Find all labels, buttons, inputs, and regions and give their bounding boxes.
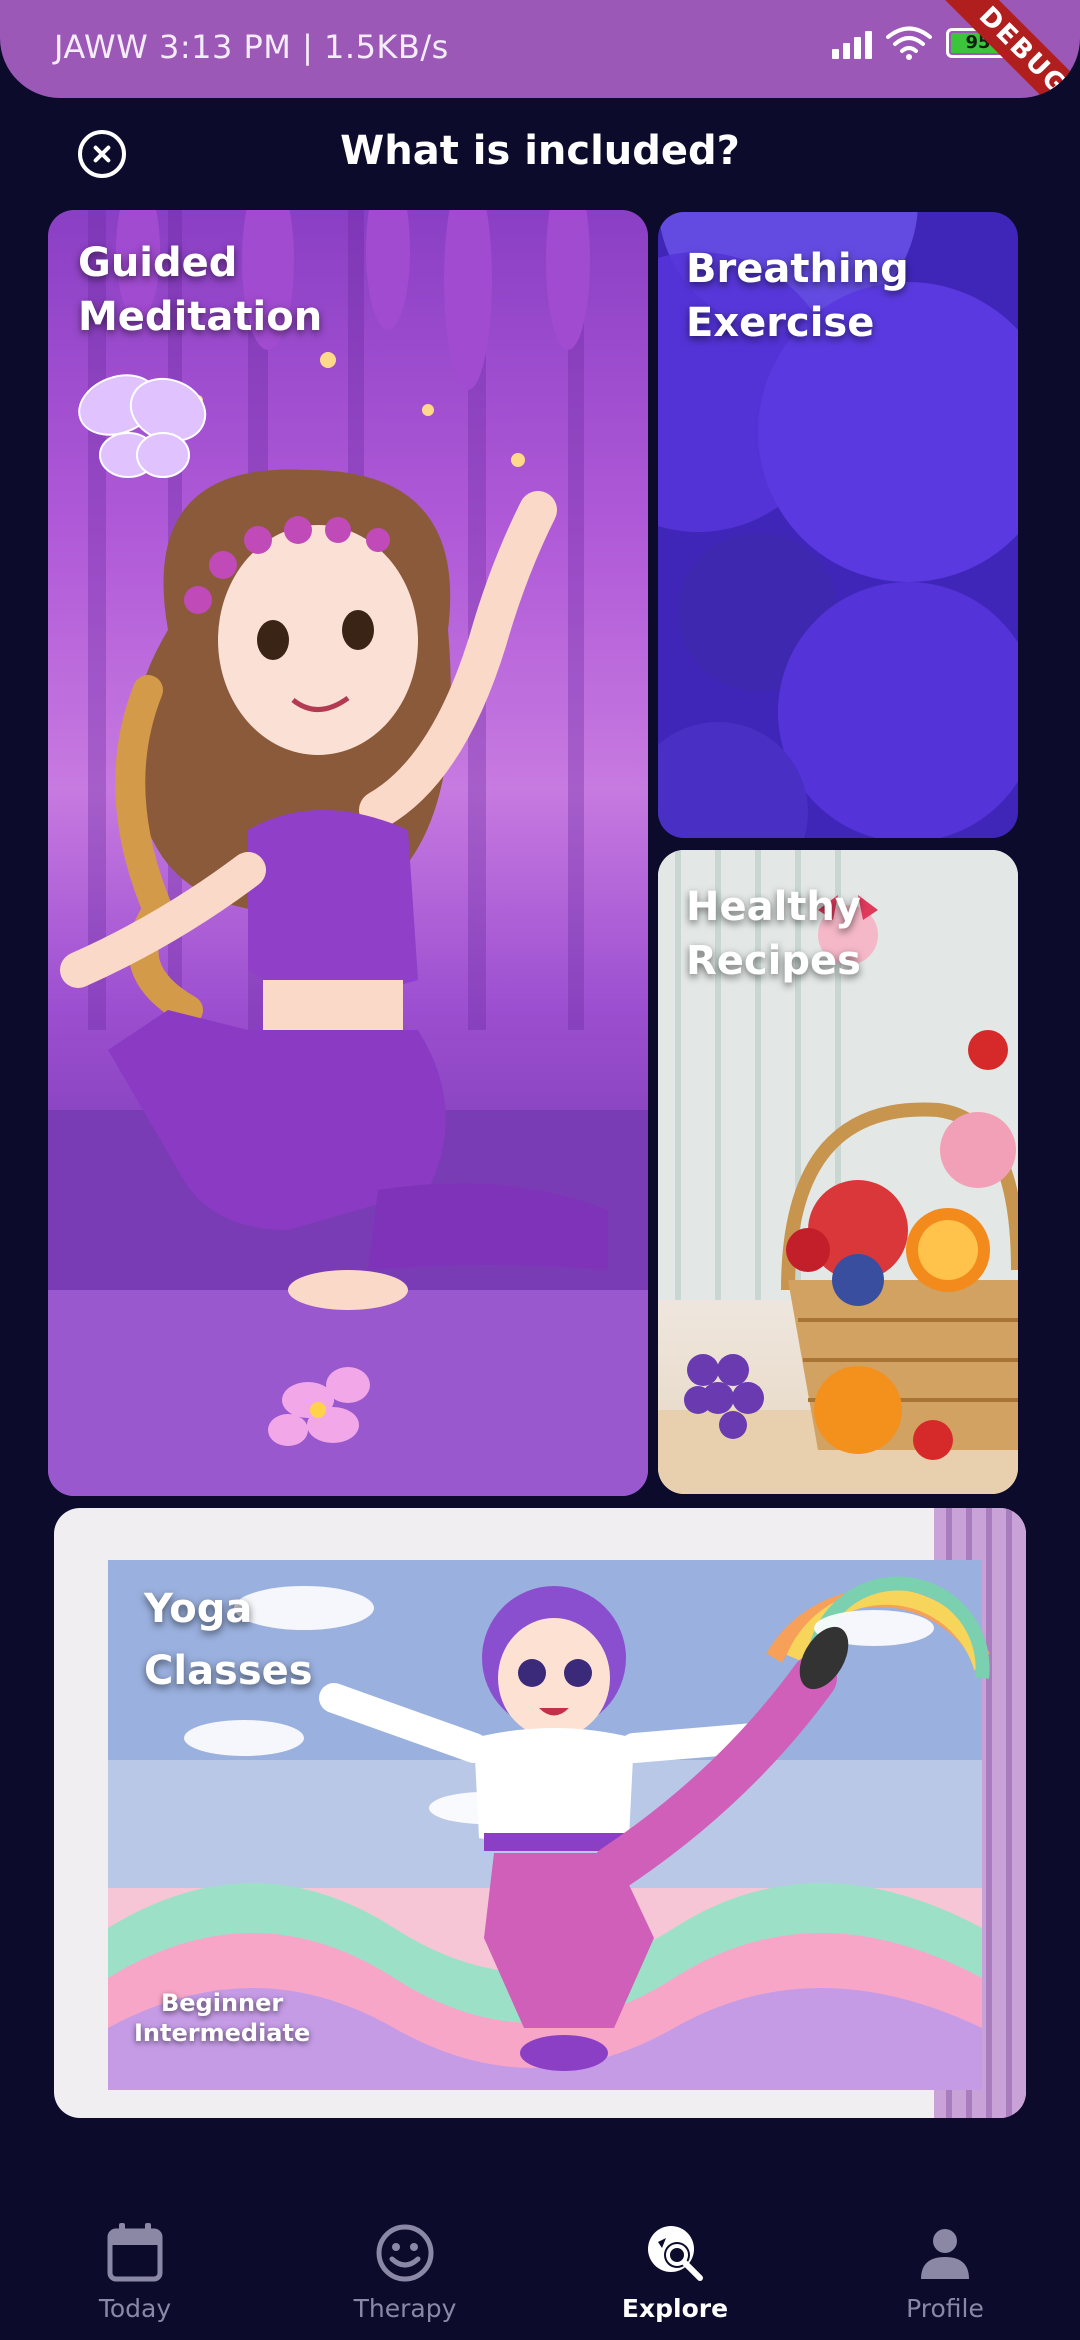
nav-item-therapy[interactable]: Therapy — [305, 2218, 505, 2323]
card-guided-meditation[interactable]: Guided Meditation — [48, 210, 648, 1496]
signal-icon — [832, 27, 872, 59]
person-icon — [845, 2218, 1045, 2288]
card-title-yoga-classes: Yoga Classes — [144, 1586, 313, 1694]
card-title-breathing-exercise: Breathing Exercise — [686, 246, 909, 346]
card-healthy-recipes[interactable]: Healthy Recipes — [658, 850, 1018, 1494]
yoga-levels: Beginner Intermediate — [134, 1989, 311, 2047]
explore-search-icon — [575, 2218, 775, 2288]
bottom-nav: Today Therapy Explore Profile — [0, 2190, 1080, 2340]
nav-item-today[interactable]: Today — [35, 2218, 235, 2323]
page-title: What is included? — [340, 128, 740, 174]
card-title-guided-meditation: Guided Meditation — [78, 240, 323, 340]
wifi-icon — [886, 26, 932, 60]
nav-label-profile: Profile — [906, 2294, 984, 2323]
card-yoga-classes[interactable]: Yoga Classes Beginner Intermediate — [54, 1508, 1026, 2118]
nav-label-explore: Explore — [621, 2294, 729, 2323]
nav-item-profile[interactable]: Profile — [845, 2218, 1045, 2323]
nav-label-today: Today — [98, 2294, 172, 2323]
status-bar: JAWW 3:13 PM | 1.5KB/s 95 DEBUG — [0, 0, 1080, 98]
card-title-healthy-recipes: Healthy Recipes — [686, 884, 861, 984]
nav-label-therapy: Therapy — [353, 2294, 457, 2323]
meditation-illustration — [48, 210, 648, 1496]
smiley-icon — [305, 2218, 505, 2288]
calendar-icon — [35, 2218, 235, 2288]
card-breathing-exercise[interactable]: Breathing Exercise — [658, 212, 1018, 838]
status-text: JAWW 3:13 PM | 1.5KB/s — [54, 28, 449, 66]
nav-item-explore[interactable]: Explore — [575, 2218, 775, 2323]
